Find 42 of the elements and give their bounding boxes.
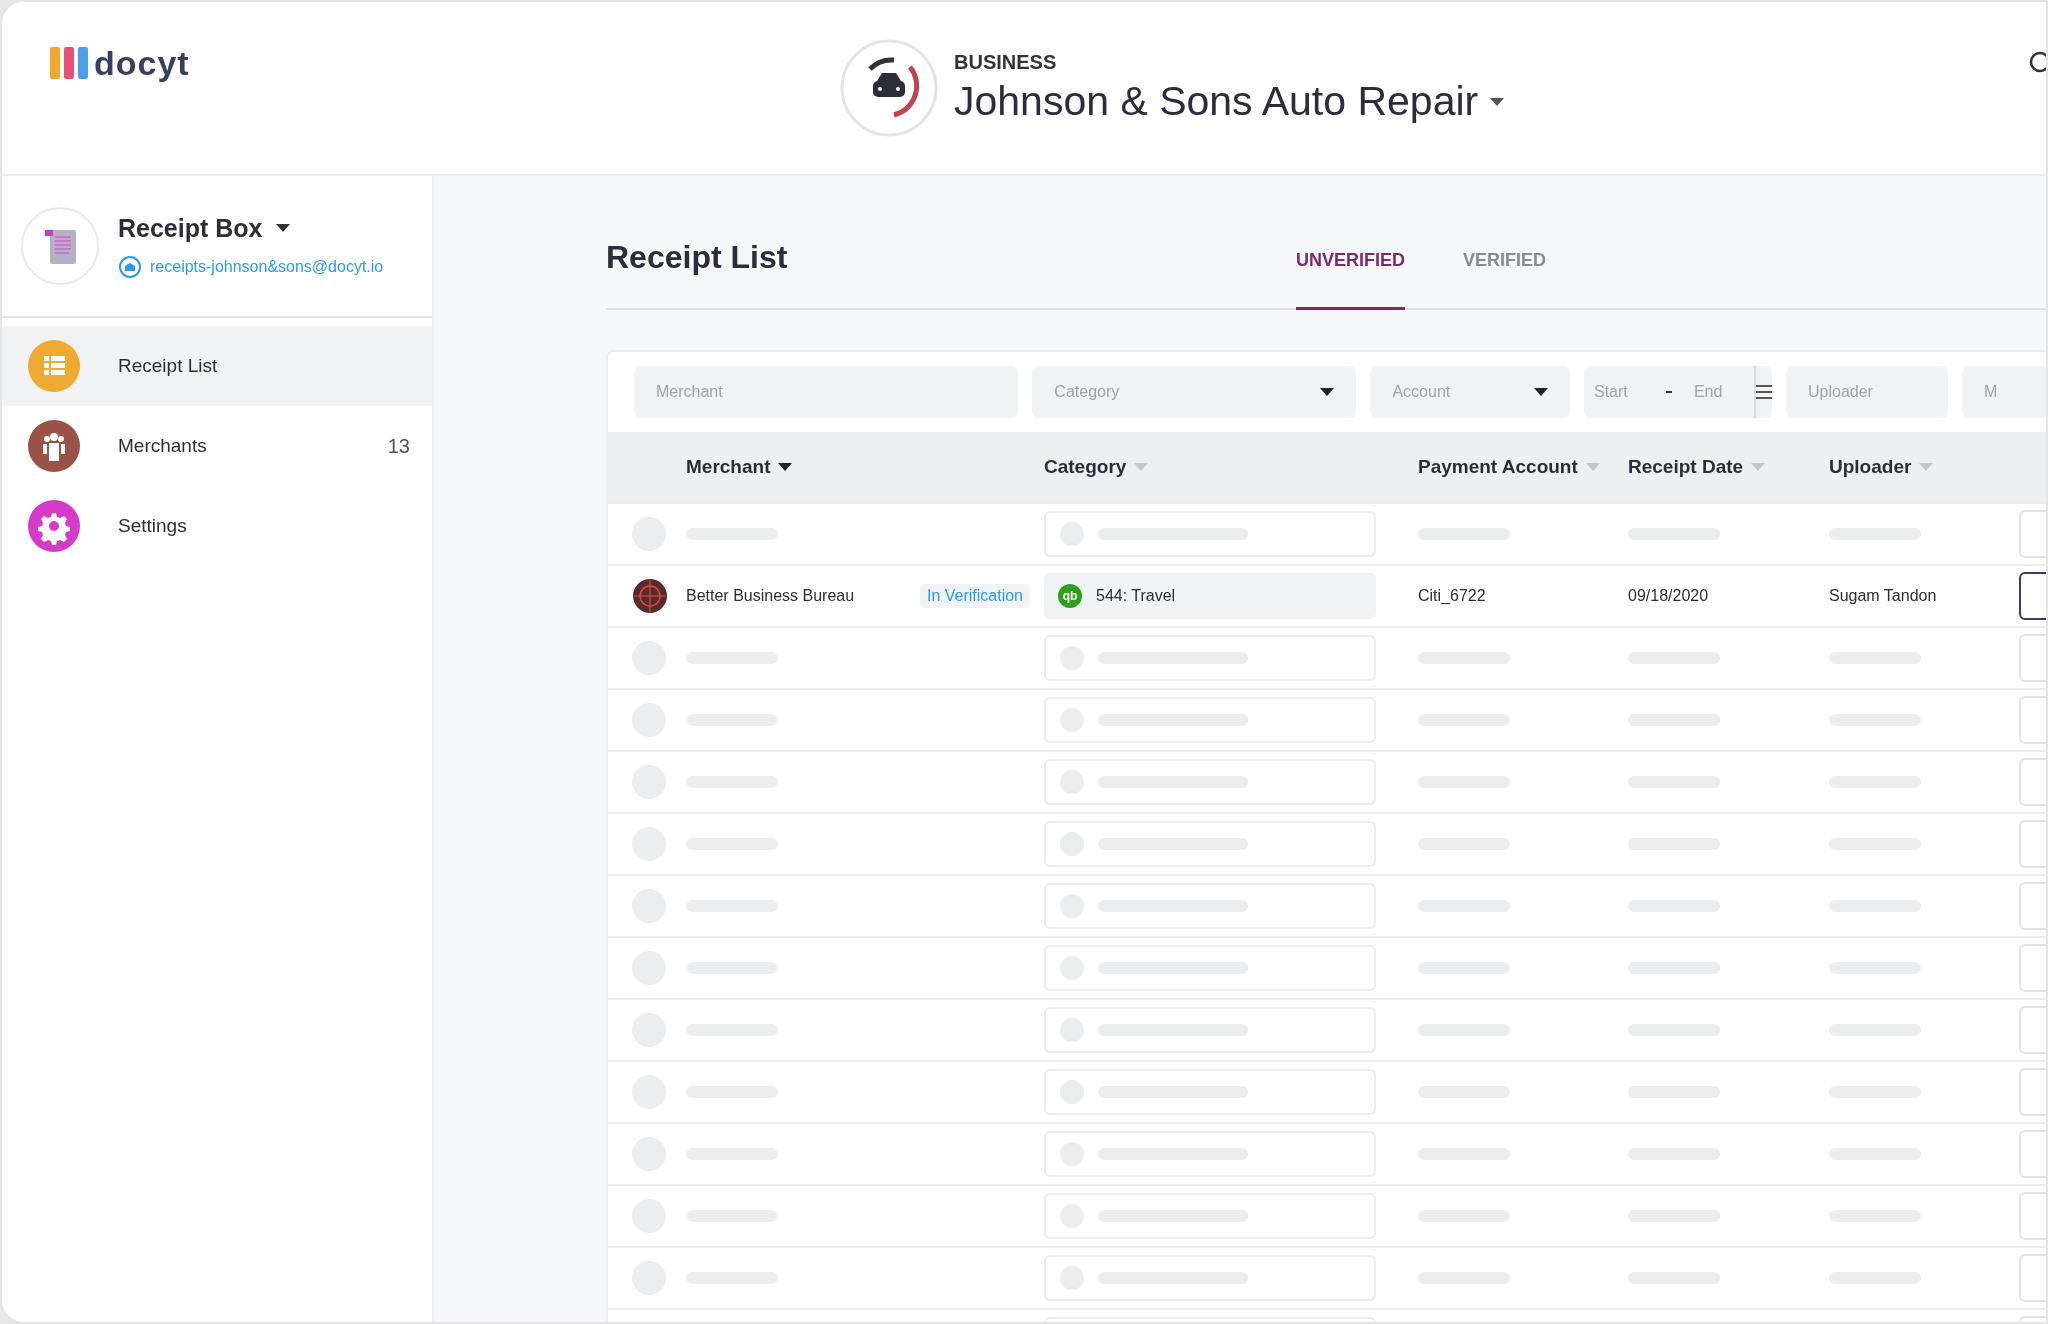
logo-bars-icon	[50, 47, 90, 79]
sidebar-item[interactable]: Receipt List	[2, 326, 432, 406]
sort-caret-icon	[1919, 463, 1934, 471]
sidebar-item-label: Merchants	[118, 435, 208, 457]
car-wrench-icon	[840, 39, 938, 137]
filter-input[interactable]: Merchant	[634, 366, 1019, 418]
tab[interactable]: UNVERIFIED	[1296, 250, 1405, 310]
caret-icon	[1534, 388, 1548, 396]
business-label: BUSINESS	[954, 51, 1058, 74]
merchant-logo-icon	[632, 578, 668, 614]
sidebar-item-label: Receipt List	[118, 355, 219, 377]
receipt-icon	[20, 206, 100, 286]
receipt-box-selector[interactable]: Receipt Box	[118, 213, 291, 243]
sidebar-item-label: Settings	[118, 515, 188, 537]
business-selector[interactable]: Johnson & Sons Auto Repair	[954, 78, 1505, 125]
caret-icon	[1490, 97, 1505, 106]
logo-text: docyt	[94, 43, 190, 83]
column-header[interactable]: Category	[1044, 456, 1418, 478]
uploader-cell-text: Sugam Tandon	[1829, 587, 1938, 605]
account-cell-text: Citi_6722	[1418, 587, 1487, 605]
date-cell-text: 09/18/2020	[1628, 587, 1710, 605]
caret-icon	[1320, 388, 1335, 396]
column-header[interactable]: Payment Account	[1418, 456, 1628, 478]
item-count: 13	[387, 434, 410, 458]
date-input[interactable]: End	[1683, 383, 1754, 401]
sort-caret-icon	[1751, 463, 1766, 471]
column-header[interactable]: Merchant	[686, 456, 1044, 478]
filter-input[interactable]: Uploader	[1786, 366, 1948, 418]
mail-icon	[118, 254, 142, 279]
sort-caret-icon	[1585, 463, 1600, 471]
date-input[interactable]: Start	[1584, 383, 1654, 401]
category-field[interactable]: qb 544: Travel	[1044, 573, 1376, 619]
status-badge: In Verification	[919, 584, 1030, 608]
merchant-name: Better Business Bureau	[686, 587, 855, 605]
sort-caret-icon	[778, 463, 793, 471]
menu-icon[interactable]	[1753, 366, 1772, 418]
filter-input[interactable]: M	[1962, 366, 2046, 418]
page-title: Receipt List	[606, 239, 789, 276]
caret-icon	[276, 224, 291, 232]
sort-caret-icon	[1134, 463, 1149, 471]
column-header[interactable]: Receipt Date	[1628, 456, 1829, 478]
column-header[interactable]: Uploader	[1829, 456, 2019, 478]
